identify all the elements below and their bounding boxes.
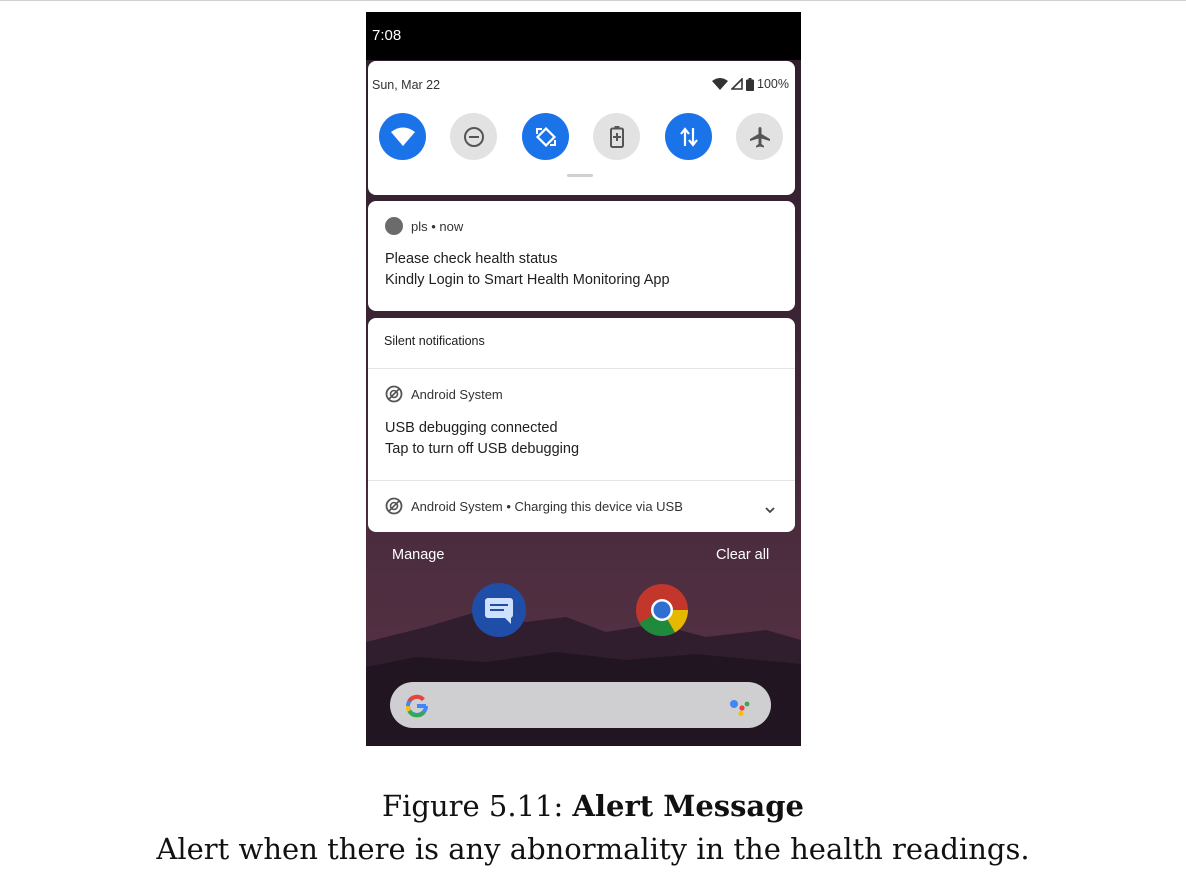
figure-title: Alert Message	[572, 789, 804, 823]
status-time: 7:08	[372, 27, 402, 44]
qs-date: Sun, Mar 22	[372, 78, 441, 92]
battery-percent: 100%	[757, 77, 789, 91]
figure-caption: Figure 5.11: Alert Message	[0, 789, 1186, 823]
battery-icon	[746, 77, 755, 91]
battery-saver-tile[interactable]	[593, 113, 640, 160]
wifi-icon	[390, 127, 415, 146]
assistant-icon[interactable]	[727, 695, 751, 717]
usb-debugging-text: Tap to turn off USB debugging	[385, 441, 580, 457]
figure-subtitle: Alert when there is any abnormality in t…	[156, 832, 1030, 866]
silent-notifications-header: Silent notifications	[384, 334, 485, 348]
messages-app-icon[interactable]	[472, 583, 526, 637]
health-notification[interactable]: pls • now Please check health status Kin…	[368, 201, 795, 311]
qs-status-icons: 100%	[712, 77, 789, 91]
chevron-down-icon[interactable]	[764, 505, 776, 515]
quick-settings-tiles	[379, 113, 784, 161]
google-logo-icon	[406, 694, 428, 718]
google-search-bar[interactable]	[390, 682, 771, 728]
android-system-icon	[385, 497, 403, 515]
auto-rotate-tile[interactable]	[522, 113, 569, 160]
silent-notifications-card: Silent notifications Android System USB …	[368, 318, 795, 532]
drag-handle[interactable]	[567, 174, 593, 177]
quick-settings-panel: Sun, Mar 22 100%	[368, 61, 795, 195]
data-arrows-icon	[679, 126, 698, 147]
cell-signal-icon	[731, 78, 743, 90]
airplane-mode-tile[interactable]	[736, 113, 783, 160]
usb-debugging-title: USB debugging connected	[385, 420, 558, 436]
charging-notification-label: Android System • Charging this device vi…	[411, 499, 683, 514]
notification-text: Kindly Login to Smart Health Monitoring …	[385, 272, 670, 288]
wifi-signal-icon	[712, 77, 729, 90]
notification-app-label: Android System	[411, 387, 503, 402]
notification-title: Please check health status	[385, 251, 558, 267]
status-bar: 7:08	[366, 12, 801, 60]
mobile-data-tile[interactable]	[665, 113, 712, 160]
clear-all-button[interactable]: Clear all	[716, 547, 769, 563]
do-not-disturb-tile[interactable]	[450, 113, 497, 160]
airplane-icon	[749, 126, 770, 147]
wifi-tile[interactable]	[379, 113, 426, 160]
minus-circle-icon	[463, 126, 484, 147]
android-system-icon	[385, 385, 403, 403]
figure-label: Figure 5.11:	[382, 789, 573, 823]
top-rule	[0, 0, 1186, 1]
phone-screenshot: 7:08 Sun, Mar 22 100% pls • now Please c…	[366, 12, 801, 746]
battery-saver-icon	[609, 125, 624, 148]
charging-notification[interactable]: Android System • Charging this device vi…	[368, 481, 795, 532]
rotate-icon	[535, 126, 556, 147]
message-bubble-icon	[485, 598, 513, 624]
chrome-app-icon[interactable]	[635, 583, 689, 637]
notification-app-label: pls • now	[411, 219, 464, 234]
manage-button[interactable]: Manage	[392, 547, 444, 563]
chrome-icon	[636, 584, 688, 636]
app-icon-dot	[385, 217, 403, 235]
